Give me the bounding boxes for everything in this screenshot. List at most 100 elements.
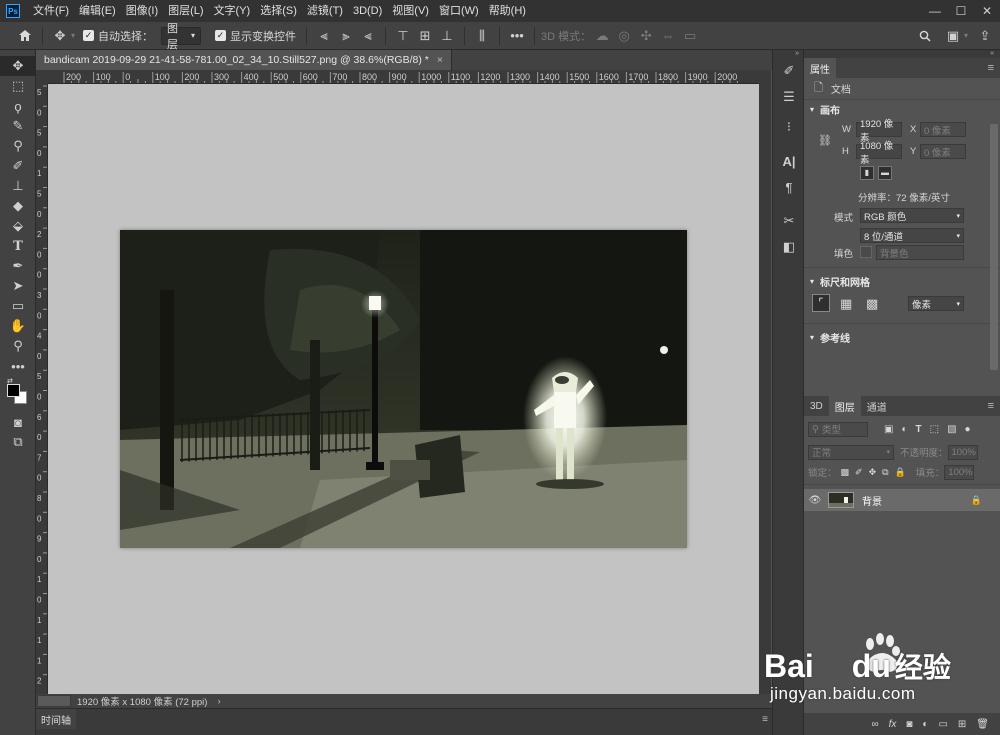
canvas-workspace[interactable] (48, 84, 759, 694)
layer-filter-dropdown[interactable]: ⚲ 类型 (808, 421, 868, 437)
collapse-arrows-icon[interactable]: « (804, 50, 1000, 58)
type-tool-icon[interactable]: T (0, 236, 36, 256)
more-options-icon[interactable]: ••• (506, 25, 528, 47)
panel-menu-icon[interactable]: ≡ (982, 58, 1000, 78)
filter-toggle-icon[interactable]: ● (965, 424, 971, 435)
filter-adjustment-icon[interactable]: ◐ (901, 424, 907, 435)
vertical-ruler[interactable]: 5 0 5 0 1 5 0 2 0 0 3 0 4 0 5 0 6 0 7 0 8 0 9 0 1 0 1 1 1 2 (36, 84, 48, 694)
filter-pixel-icon[interactable]: ▣ (884, 424, 893, 435)
photoshop-logo-icon[interactable]: Ps (6, 4, 20, 18)
landscape-orientation-button[interactable]: ▬ (878, 166, 892, 180)
paragraph-styles-icon[interactable]: ⁝ (773, 114, 805, 140)
link-dimensions-icon[interactable]: ⛓ (818, 134, 832, 147)
align-middle-v-icon[interactable]: ⊞ (414, 25, 436, 47)
maximize-button[interactable]: ☐ (948, 0, 974, 22)
timeline-tab[interactable]: 时间轴 (36, 709, 76, 729)
tab-layers[interactable]: 图层 (828, 396, 861, 416)
group-icon[interactable]: ▭ (938, 719, 947, 730)
rectangle-tool-icon[interactable]: ▭ (0, 296, 36, 316)
rulers-section-header[interactable]: ▾ 标尺和网格 (804, 272, 1000, 290)
3d-slide-icon[interactable]: ⇔ (657, 25, 679, 47)
menu-select[interactable]: 选择(S) (255, 0, 302, 22)
add-mask-icon[interactable]: ◙ (906, 719, 912, 730)
tab-channels[interactable]: 通道 (861, 396, 893, 416)
foreground-color-swatch[interactable] (7, 384, 20, 397)
chevron-down-icon[interactable]: ▾ (71, 31, 75, 40)
menu-window[interactable]: 窗口(W) (434, 0, 484, 22)
layer-style-icon[interactable]: fx (889, 719, 897, 730)
move-tool-icon[interactable]: ✥ (0, 56, 36, 76)
libraries-icon[interactable]: ◧ (773, 234, 805, 260)
align-center-h-icon[interactable]: ⫸ (335, 25, 357, 47)
pixel-grid-toggle-icon[interactable]: ▩ (866, 296, 878, 312)
search-icon[interactable] (914, 25, 936, 47)
quick-mask-icon[interactable]: ◙ (0, 412, 36, 432)
3d-pan-icon[interactable]: ✣ (635, 25, 657, 47)
distribute-icon[interactable]: ⫼ (471, 25, 493, 47)
adjustment-layer-icon[interactable]: ◐ (922, 719, 928, 730)
eraser-tool-icon[interactable]: ◆ (0, 196, 36, 216)
character-icon[interactable]: A| (773, 148, 805, 174)
path-select-tool-icon[interactable]: ➤ (0, 276, 36, 296)
align-bottom-icon[interactable]: ⊥ (436, 25, 458, 47)
menu-edit[interactable]: 编辑(E) (74, 0, 121, 22)
lock-image-icon[interactable]: ✐ (855, 467, 863, 478)
lock-transparent-icon[interactable]: ▩ (841, 467, 850, 478)
portrait-orientation-button[interactable]: ▮ (860, 166, 874, 180)
filter-smart-object-icon[interactable]: ▧ (947, 424, 956, 435)
layer-row[interactable]: 👁 背景 🔒 (804, 489, 1000, 511)
lock-position-icon[interactable]: ✥ (869, 467, 877, 478)
close-tab-icon[interactable]: × (437, 54, 443, 66)
new-layer-icon[interactable]: ⊞ (958, 719, 966, 730)
ruler-toggle-icon[interactable]: ⌜ (812, 294, 830, 312)
align-left-icon[interactable]: ⫷ (313, 25, 335, 47)
status-menu-arrow[interactable]: › (217, 696, 220, 707)
units-dropdown[interactable]: 像素 ▾ (908, 296, 964, 311)
horizontal-ruler[interactable]: 200 100 0 100 200 300 400 500 600 700 800 900 1000 11… (48, 70, 759, 84)
color-swatches[interactable]: ⇄ (0, 376, 36, 412)
zoom-field[interactable]: 38.6% (37, 695, 71, 707)
auto-select-checkbox[interactable]: ✓ (83, 30, 95, 41)
3d-orbit-icon[interactable]: ☁ (591, 25, 613, 47)
tab-3d[interactable]: 3D (804, 396, 829, 416)
lasso-tool-icon[interactable]: ϙ (0, 96, 36, 116)
move-tool-icon[interactable]: ✥ (49, 25, 71, 47)
properties-scrollbar[interactable] (990, 124, 998, 370)
brush-settings-icon[interactable]: ✐ (773, 58, 805, 84)
share-icon[interactable]: ⇪ (974, 25, 996, 47)
menu-filter[interactable]: 滤镜(T) (302, 0, 348, 22)
align-top-icon[interactable]: ⊤ (392, 25, 414, 47)
eyedropper-tool-icon[interactable]: ⚲ (0, 136, 36, 156)
delete-layer-icon[interactable]: 🗑 (976, 719, 989, 730)
x-field[interactable]: 0 像素 (920, 122, 966, 137)
3d-roll-icon[interactable]: ◎ (613, 25, 635, 47)
document-tab[interactable]: bandicam 2019-09-29 21-41-58-781.00_02_3… (36, 50, 452, 70)
menu-file[interactable]: 文件(F) (28, 0, 74, 22)
auto-select-dropdown[interactable]: 图层 ▾ (161, 23, 202, 51)
tool-presets-icon[interactable]: ✂ (773, 208, 805, 234)
vertical-scrollbar[interactable] (759, 70, 771, 694)
fill-dropdown[interactable]: 背景色 (876, 245, 964, 260)
chevron-down-icon[interactable]: ▾ (964, 31, 968, 40)
paragraph-icon[interactable]: ¶ (773, 174, 805, 200)
menu-image[interactable]: 图像(I) (121, 0, 163, 22)
document-image[interactable] (120, 230, 687, 548)
minimize-button[interactable]: — (922, 0, 948, 22)
link-layers-icon[interactable]: ∞ (871, 719, 878, 730)
workspace-icon[interactable]: ▣ (942, 25, 964, 47)
lock-all-icon[interactable]: 🔒 (895, 467, 906, 478)
y-field[interactable]: 0 像素 (920, 144, 966, 159)
adjustments-icon[interactable]: ☰ (773, 84, 805, 110)
visibility-eye-icon[interactable]: 👁 (804, 495, 826, 506)
width-field[interactable]: 1920 像素 (856, 119, 902, 144)
paint-bucket-tool-icon[interactable]: ⬙ (0, 216, 36, 236)
layer-fill-field[interactable]: 100% (944, 464, 975, 480)
tab-properties[interactable]: 属性 (804, 58, 836, 78)
more-tools-icon[interactable]: ••• (0, 356, 36, 376)
mode-dropdown[interactable]: RGB 颜色 ▾ (860, 208, 964, 223)
home-icon[interactable] (14, 25, 36, 47)
blend-mode-dropdown[interactable]: 正常 ▾ (808, 444, 894, 460)
marquee-tool-icon[interactable]: ⬚ (0, 76, 36, 96)
close-window-button[interactable]: ✕ (974, 0, 1000, 22)
canvas-section-header[interactable]: ▾ 画布 (804, 100, 1000, 118)
